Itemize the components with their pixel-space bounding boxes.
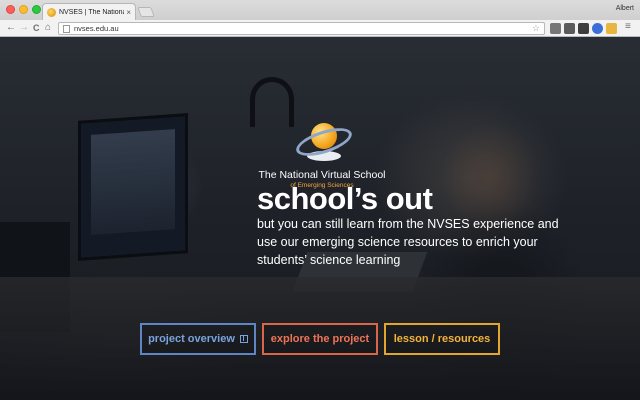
- url-text[interactable]: nvses.edu.au: [74, 24, 532, 33]
- extension-circle-icon[interactable]: [592, 23, 603, 34]
- bookmark-star-icon[interactable]: ☆: [532, 23, 540, 34]
- browser-tab-active[interactable]: NVSES | The National Virtu ×: [42, 3, 136, 20]
- browser-toolbar: ← → C ⌂ nvses.edu.au ☆ ≡: [0, 20, 640, 37]
- explore-project-button[interactable]: explore the project: [262, 323, 378, 355]
- site-logo[interactable]: The National Virtual School of Emerging …: [258, 113, 386, 189]
- page-icon: [63, 24, 70, 33]
- site-favicon-icon: [47, 7, 56, 17]
- reload-icon[interactable]: C: [33, 22, 40, 34]
- window-maximize-button[interactable]: [32, 5, 41, 14]
- film-icon: [239, 335, 248, 343]
- tab-title: NVSES | The National Virtu: [59, 8, 124, 16]
- hero-section: The National Virtual School of Emerging …: [0, 37, 640, 400]
- window-minimize-button[interactable]: [19, 5, 28, 14]
- hero-tagline: but you can still learn from the NVSES e…: [257, 217, 559, 267]
- browser-menu-icon[interactable]: ≡: [625, 21, 631, 33]
- project-overview-button[interactable]: project overview: [140, 323, 256, 355]
- extension-box-icon[interactable]: [578, 23, 589, 34]
- hero-headline: school’s out: [257, 181, 433, 216]
- profile-name[interactable]: Albert: [616, 5, 634, 12]
- address-bar[interactable]: nvses.edu.au ☆: [58, 22, 545, 35]
- lesson-resources-button[interactable]: lesson / resources: [384, 323, 500, 355]
- extension-sun-icon[interactable]: [606, 23, 617, 34]
- logo-title: The National Virtual School: [258, 169, 386, 181]
- home-icon[interactable]: ⌂: [45, 22, 51, 34]
- forward-icon[interactable]: →: [19, 22, 29, 34]
- new-tab-button[interactable]: [137, 7, 155, 17]
- window-titlebar: NVSES | The National Virtu × Albert: [0, 0, 640, 20]
- back-icon[interactable]: ←: [6, 22, 16, 34]
- project-overview-label: project overview: [148, 333, 235, 345]
- explore-project-label: explore the project: [270, 333, 370, 345]
- extension-eyedropper-icon[interactable]: [550, 23, 561, 34]
- extension-gear-icon[interactable]: [564, 23, 575, 34]
- tab-close-icon[interactable]: ×: [126, 8, 131, 17]
- lesson-resources-label: lesson / resources: [393, 333, 491, 345]
- planet-logo-icon: [287, 113, 357, 169]
- window-close-button[interactable]: [6, 5, 15, 14]
